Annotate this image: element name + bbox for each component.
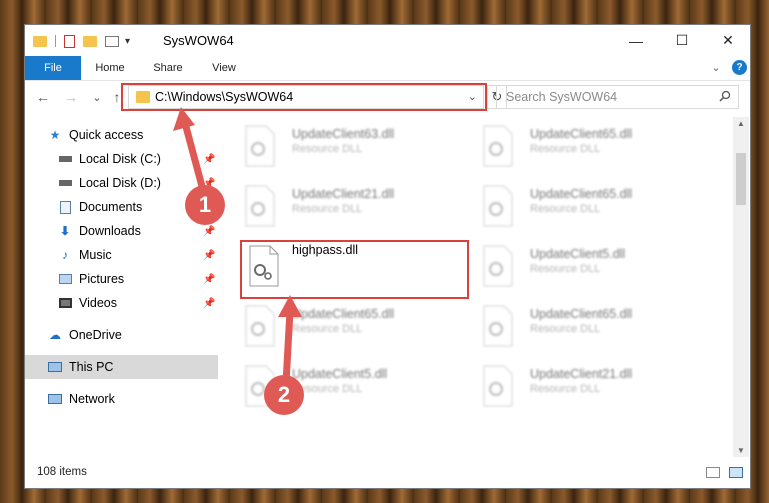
close-button[interactable]: ✕ xyxy=(705,25,751,56)
tab-view[interactable]: View xyxy=(199,56,249,80)
pin-icon: 📌 xyxy=(203,249,216,261)
dll-file-icon xyxy=(480,245,514,287)
downloads-icon: ⬇ xyxy=(59,224,71,238)
sidebar-item-label: Music xyxy=(79,248,112,262)
music-icon: ♪ xyxy=(62,248,68,262)
file-type: Resource DLL xyxy=(530,143,601,155)
file-name: UpdateClient21.dll xyxy=(530,367,633,381)
file-highlight-box xyxy=(240,240,469,299)
sidebar-item-label: OneDrive xyxy=(69,328,122,342)
sidebar-item-this-pc[interactable]: This PC xyxy=(25,355,218,379)
sidebar-item-downloads[interactable]: ⬇ Downloads 📌 xyxy=(25,219,250,243)
sidebar-item-onedrive[interactable]: ☁ OneDrive xyxy=(25,323,240,347)
tab-home[interactable]: Home xyxy=(85,56,135,80)
pin-icon: 📌 xyxy=(203,297,216,309)
dll-file-icon xyxy=(480,185,514,227)
file-name: UpdateClient21.dll xyxy=(292,187,395,201)
star-icon: ★ xyxy=(49,128,61,142)
file-name: UpdateClient65.dll xyxy=(530,187,633,201)
file-type: Resource DLL xyxy=(530,323,601,335)
scroll-down-icon[interactable]: ▼ xyxy=(737,446,745,455)
sidebar-item-label: This PC xyxy=(69,360,114,374)
forward-button[interactable]: → xyxy=(61,87,81,107)
file-name: UpdateClient5.dll xyxy=(530,247,626,261)
file-name: UpdateClient63.dll xyxy=(292,127,395,141)
properties-icon[interactable] xyxy=(64,34,75,48)
pin-icon: 📌 xyxy=(203,225,216,237)
help-icon[interactable]: ? xyxy=(732,60,747,75)
file-type: Resource DLL xyxy=(292,203,363,215)
help-glyph: ? xyxy=(736,62,743,73)
details-view-icon[interactable] xyxy=(706,467,720,478)
search-icon xyxy=(719,90,731,105)
customize-dropdown-icon[interactable]: ▾ xyxy=(125,36,130,47)
sidebar-item-label: Local Disk (C:) xyxy=(79,152,161,166)
sidebar-item-label: Network xyxy=(69,392,115,406)
file-name: UpdateClient65.dll xyxy=(530,127,633,141)
dll-file-icon xyxy=(242,185,276,227)
recent-locations-button[interactable]: ⌄ xyxy=(87,87,107,107)
quick-access-toolbar: ▾ xyxy=(33,33,130,49)
dll-file-icon xyxy=(242,125,276,167)
computer-icon xyxy=(47,359,63,375)
step-2-badge: 2 xyxy=(264,375,304,415)
file-tile[interactable]: UpdateClient5.dll Resource DLL xyxy=(478,241,703,289)
file-type: Resource DLL xyxy=(530,263,601,275)
file-tile[interactable]: UpdateClient21.dll Resource DLL xyxy=(478,361,703,409)
videos-icon xyxy=(57,295,73,311)
file-type: Resource DLL xyxy=(530,383,601,395)
minimize-button[interactable]: — xyxy=(613,25,659,56)
file-name: UpdateClient65.dll xyxy=(530,307,633,321)
new-folder-icon[interactable] xyxy=(83,35,97,47)
network-icon xyxy=(47,391,63,407)
sidebar-item-pictures[interactable]: Pictures 📌 xyxy=(25,267,250,291)
file-tile[interactable]: UpdateClient21.dll Resource DLL xyxy=(240,181,465,229)
ribbon-collapse-icon[interactable]: ⌄ xyxy=(707,56,725,80)
documents-icon xyxy=(57,199,73,215)
sidebar-item-label: Videos xyxy=(79,296,117,310)
sidebar-item-music[interactable]: ♪ Music 📌 xyxy=(25,243,250,267)
pin-icon: 📌 xyxy=(203,273,216,285)
view-list-icon[interactable] xyxy=(105,35,119,47)
folder-icon[interactable] xyxy=(33,35,47,47)
tab-share[interactable]: Share xyxy=(143,56,193,80)
sidebar-item-label: Downloads xyxy=(79,224,141,238)
onedrive-icon: ☁ xyxy=(49,328,61,342)
drive-icon xyxy=(57,175,73,191)
sidebar-item-network[interactable]: Network xyxy=(25,387,240,411)
file-tile[interactable]: UpdateClient63.dll Resource DLL xyxy=(240,121,465,169)
ribbon-tabs: File Home Share View ⌄ ? xyxy=(25,56,750,81)
file-tile[interactable]: UpdateClient65.dll Resource DLL xyxy=(478,181,703,229)
sidebar-item-label: Documents xyxy=(79,200,143,214)
file-type: Resource DLL xyxy=(530,203,601,215)
dll-file-icon xyxy=(480,305,514,347)
sidebar-item-label: Pictures xyxy=(79,272,125,286)
step-1-badge: 1 xyxy=(185,185,225,225)
back-button[interactable]: ← xyxy=(33,87,53,107)
dll-file-icon xyxy=(480,365,514,407)
pictures-icon xyxy=(57,271,73,287)
tab-file[interactable]: File xyxy=(25,56,81,80)
file-type: Resource DLL xyxy=(292,143,363,155)
window-title: SysWOW64 xyxy=(163,33,234,48)
drive-icon xyxy=(57,151,73,167)
scroll-up-icon[interactable]: ▲ xyxy=(737,119,745,128)
large-icons-view-icon[interactable] xyxy=(729,467,743,478)
search-placeholder: Search SysWOW64 xyxy=(506,90,618,104)
file-tile[interactable]: UpdateClient65.dll Resource DLL xyxy=(478,301,703,349)
file-tile[interactable]: UpdateClient65.dll Resource DLL xyxy=(478,121,703,169)
status-bar: 108 items xyxy=(25,456,750,488)
maximize-button[interactable]: ☐ xyxy=(659,25,705,56)
explorer-window: ▾ SysWOW64 — ☐ ✕ File Home Share View ⌄ … xyxy=(24,24,751,489)
sidebar-item-label: Quick access xyxy=(69,128,144,142)
item-count: 108 items xyxy=(37,466,87,478)
sidebar-item-label: Local Disk (D:) xyxy=(79,176,161,190)
vertical-scrollbar[interactable]: ▲ ▼ xyxy=(733,117,749,457)
separator xyxy=(55,35,56,47)
title-bar: ▾ SysWOW64 — ☐ ✕ xyxy=(25,25,750,56)
scrollbar-thumb[interactable] xyxy=(736,153,746,205)
dll-file-icon xyxy=(480,125,514,167)
search-input[interactable]: Search SysWOW64 xyxy=(496,85,739,109)
sidebar-item-videos[interactable]: Videos 📌 xyxy=(25,291,250,315)
